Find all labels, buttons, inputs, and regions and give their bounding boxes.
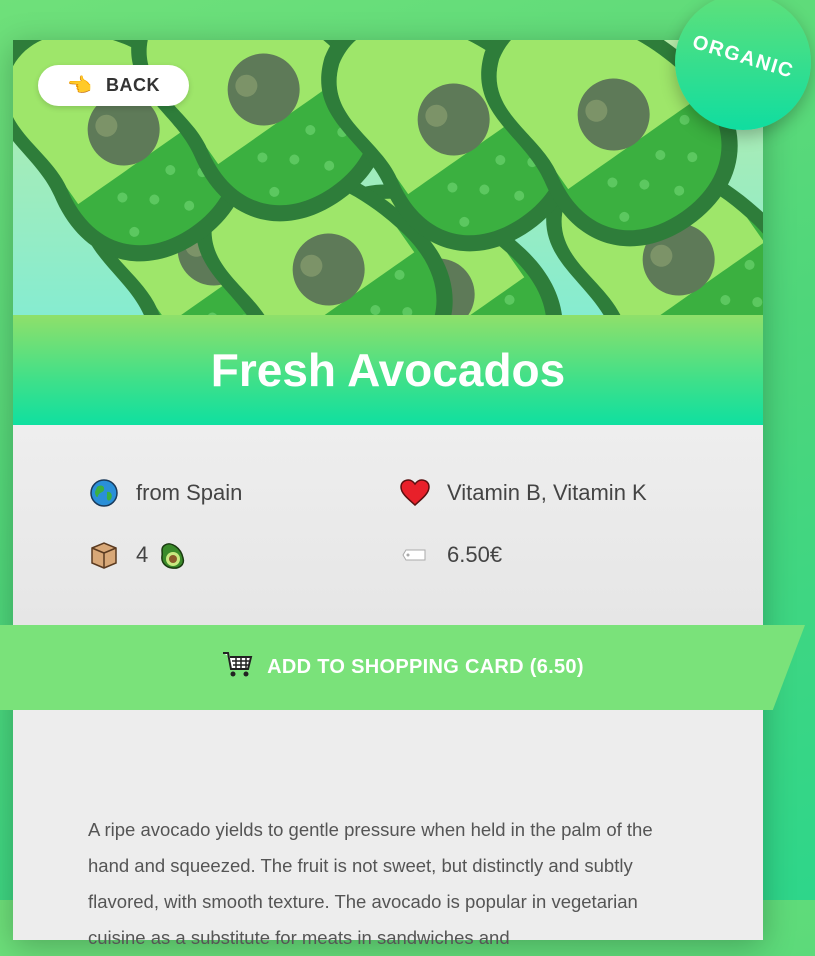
product-title: Fresh Avocados (210, 344, 566, 396)
back-button[interactable]: 👈 BACK (38, 65, 189, 106)
title-band: Fresh Avocados (13, 315, 763, 425)
product-info: from Spain Vitamin B, Vitamin K 4 6.50€ (13, 425, 763, 625)
back-button-label: BACK (105, 75, 160, 95)
vitamins-row: Vitamin B, Vitamin K (397, 475, 647, 511)
add-to-cart-label: ADD TO SHOPPING CARD (6.50) (267, 656, 584, 678)
organic-badge-label: ORGANIC (689, 31, 797, 83)
shopping-cart-icon (221, 649, 253, 686)
pointing-hand-icon: 👈 (67, 74, 92, 97)
quantity-text: 4 (136, 542, 149, 567)
package-icon (86, 537, 122, 573)
add-to-cart-button[interactable]: ADD TO SHOPPING CARD (6.50) (0, 625, 805, 710)
price-row: 6.50€ (397, 537, 502, 573)
organic-badge: ORGANIC (675, 0, 811, 130)
price-tag-icon (397, 537, 433, 573)
heart-icon (397, 475, 433, 511)
quantity-row: 4 (86, 537, 204, 573)
origin-row: from Spain (86, 475, 242, 511)
product-description: A ripe avocado yields to gentle pressure… (88, 819, 653, 948)
globe-icon (86, 475, 122, 511)
hero-image: 👈 BACK (13, 40, 763, 315)
avocado-icon (154, 537, 190, 573)
origin-text: from Spain (136, 480, 243, 505)
price-text: 6.50€ (447, 542, 503, 567)
vitamins-text: Vitamin B, Vitamin K (447, 480, 647, 505)
product-card: 👈 BACK Fresh Avocados from Spain Vitamin… (13, 40, 763, 948)
